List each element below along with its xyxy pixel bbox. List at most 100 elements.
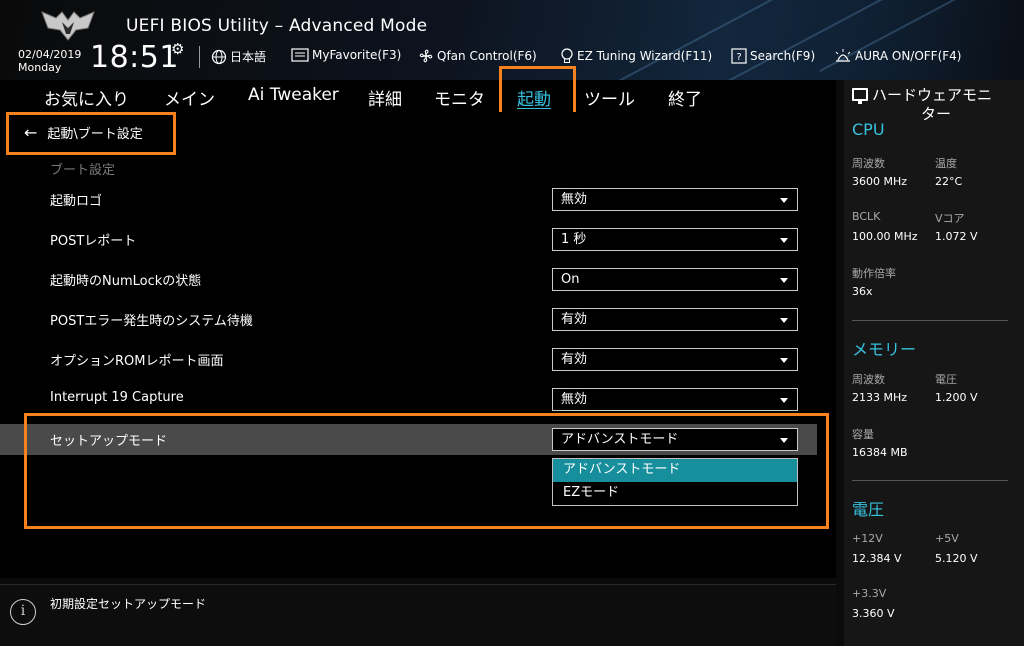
cpu-freq-label: 周波数 <box>852 157 885 170</box>
header-divider <box>199 46 200 68</box>
breadcrumb-label: 起動\ブート設定 <box>47 127 143 142</box>
tab-favorites[interactable]: お気に入り <box>44 85 129 110</box>
mem-volt-label: 電圧 <box>935 373 957 386</box>
chevron-down-icon <box>780 198 788 203</box>
section-title: ブート設定 <box>50 163 116 178</box>
vcore-label: Vコア <box>935 212 965 225</box>
tab-tool[interactable]: ツール <box>584 85 635 110</box>
language-button[interactable]: 日本語 <box>211 48 266 65</box>
header-bar: UEFI BIOS Utility – Advanced Mode 02/04/… <box>0 0 1024 80</box>
interrupt-19-select[interactable]: 無効 <box>552 388 798 411</box>
lightbulb-icon <box>561 48 573 63</box>
interrupt-19-value: 無効 <box>561 392 588 407</box>
qfan-control-button[interactable]: Qfan Control(F6) <box>418 48 537 64</box>
dropdown-option-advanced-mode[interactable]: アドバンストモード <box>553 459 797 482</box>
app-title: UEFI BIOS Utility – Advanced Mode <box>126 16 428 36</box>
language-label: 日本語 <box>230 50 267 64</box>
mem-capacity-value: 16384 MB <box>852 446 908 459</box>
tab-ai-tweaker[interactable]: Ai Tweaker <box>248 85 339 105</box>
voltage-heading: 電圧 <box>852 500 885 519</box>
setting-label-interrupt-19: Interrupt 19 Capture <box>50 390 184 405</box>
dropdown-option-ez-mode[interactable]: EZモード <box>553 482 797 505</box>
mem-capacity-label: 容量 <box>852 428 874 441</box>
setting-label-boot-logo: 起動ロゴ <box>50 194 103 209</box>
wait-for-f1-select[interactable]: 有効 <box>552 308 798 331</box>
ez-tuning-wizard-button[interactable]: EZ Tuning Wizard(F11) <box>560 48 712 64</box>
info-icon: i <box>10 599 36 625</box>
hardware-monitor-panel: ハードウェアモニ ター CPU 周波数 温度 3600 MHz 22°C BCL… <box>844 80 1024 646</box>
setup-mode-dropdown: アドバンストモード EZモード <box>552 458 798 506</box>
post-report-value: 1 秒 <box>561 232 587 247</box>
hw-title-line1: ハードウェアモニ <box>872 86 993 104</box>
back-arrow-icon[interactable]: ← <box>24 123 37 142</box>
setup-mode-select[interactable]: アドバンストモード <box>552 428 798 451</box>
qfan-label: Qfan Control(F6) <box>437 49 537 63</box>
mem-freq-label: 周波数 <box>852 373 885 386</box>
chevron-down-icon <box>780 238 788 243</box>
cpu-heading: CPU <box>852 120 885 139</box>
cpu-temp-value: 22°C <box>935 175 963 188</box>
chevron-down-icon <box>780 438 788 443</box>
option-rom-select[interactable]: 有効 <box>552 348 798 371</box>
tab-monitor[interactable]: モニタ <box>434 85 485 110</box>
tuf-logo <box>41 11 95 41</box>
ratio-value: 36x <box>852 285 873 298</box>
v5-value: 5.120 V <box>935 552 978 565</box>
tab-boot[interactable]: 起動 <box>517 85 551 110</box>
cpu-freq-value: 3600 MHz <box>852 175 908 188</box>
ratio-label: 動作倍率 <box>852 267 896 280</box>
v12-value: 12.384 V <box>852 552 902 565</box>
clock-settings-gear-icon[interactable]: ⚙ <box>171 40 184 58</box>
numlock-value: On <box>561 272 580 287</box>
globe-icon <box>211 49 227 64</box>
day-text: Monday <box>18 61 62 74</box>
wait-for-f1-value: 有効 <box>561 312 588 327</box>
cpu-temp-label: 温度 <box>935 157 957 170</box>
svg-text:?: ? <box>736 52 741 63</box>
setup-mode-value: アドバンストモード <box>561 432 679 447</box>
chevron-down-icon <box>780 278 788 283</box>
aura-label: AURA ON/OFF(F4) <box>855 49 962 63</box>
monitor-icon <box>852 88 868 104</box>
setting-label-setup-mode: セットアップモード <box>50 434 168 449</box>
bclk-value: 100.00 MHz <box>852 230 918 243</box>
v12-label: +12V <box>852 532 883 545</box>
bclk-label: BCLK <box>852 210 881 223</box>
header-decoration <box>699 0 966 80</box>
header-decoration <box>599 0 884 80</box>
boot-logo-select[interactable]: 無効 <box>552 188 798 211</box>
tab-main[interactable]: メイン <box>164 85 215 110</box>
chevron-down-icon <box>780 358 788 363</box>
mem-freq-value: 2133 MHz <box>852 391 908 404</box>
vcore-value: 1.072 V <box>935 230 978 243</box>
ez-tuning-label: EZ Tuning Wizard(F11) <box>577 49 713 63</box>
settings-panel: ← 起動\ブート設定 ブート設定 起動ロゴ 無効 POSTレポート 1 秒 起動… <box>0 112 836 578</box>
setting-label-option-rom: オプションROMレポート画面 <box>50 354 224 369</box>
aura-toggle-button[interactable]: AURA ON/OFF(F4) <box>834 48 961 64</box>
numlock-select[interactable]: On <box>552 268 798 291</box>
main-tab-bar: お気に入り メイン Ai Tweaker 詳細 モニタ 起動 ツール 終了 <box>0 80 836 112</box>
myfavorite-button[interactable]: MyFavorite(F3) <box>291 48 401 62</box>
setting-label-wait-for-f1: POSTエラー発生時のシステム待機 <box>50 314 253 329</box>
hw-divider <box>852 320 1008 321</box>
setting-label-post-report: POSTレポート <box>50 234 137 249</box>
hardware-monitor-title: ハードウェアモニ ター <box>852 86 1020 124</box>
tab-advanced[interactable]: 詳細 <box>368 85 402 110</box>
post-report-select[interactable]: 1 秒 <box>552 228 798 251</box>
chevron-down-icon <box>780 318 788 323</box>
aura-light-icon <box>835 49 851 62</box>
v5-label: +5V <box>935 532 959 545</box>
fan-icon <box>419 49 433 63</box>
memory-heading: メモリー <box>852 340 917 359</box>
boot-logo-value: 無効 <box>561 192 588 207</box>
hw-divider <box>852 480 1008 481</box>
search-button[interactable]: ? Search(F9) <box>731 48 815 64</box>
search-icon: ? <box>731 48 747 64</box>
chevron-down-icon <box>780 398 788 403</box>
help-panel: i 初期設定セットアップモード <box>0 584 836 646</box>
date-display: 02/04/2019 Monday <box>18 48 81 74</box>
help-description: 初期設定セットアップモード <box>50 597 207 611</box>
tab-exit[interactable]: 終了 <box>668 85 702 110</box>
clock-display: 18:51 <box>90 40 179 75</box>
breadcrumb[interactable]: ← 起動\ブート設定 <box>24 123 143 142</box>
